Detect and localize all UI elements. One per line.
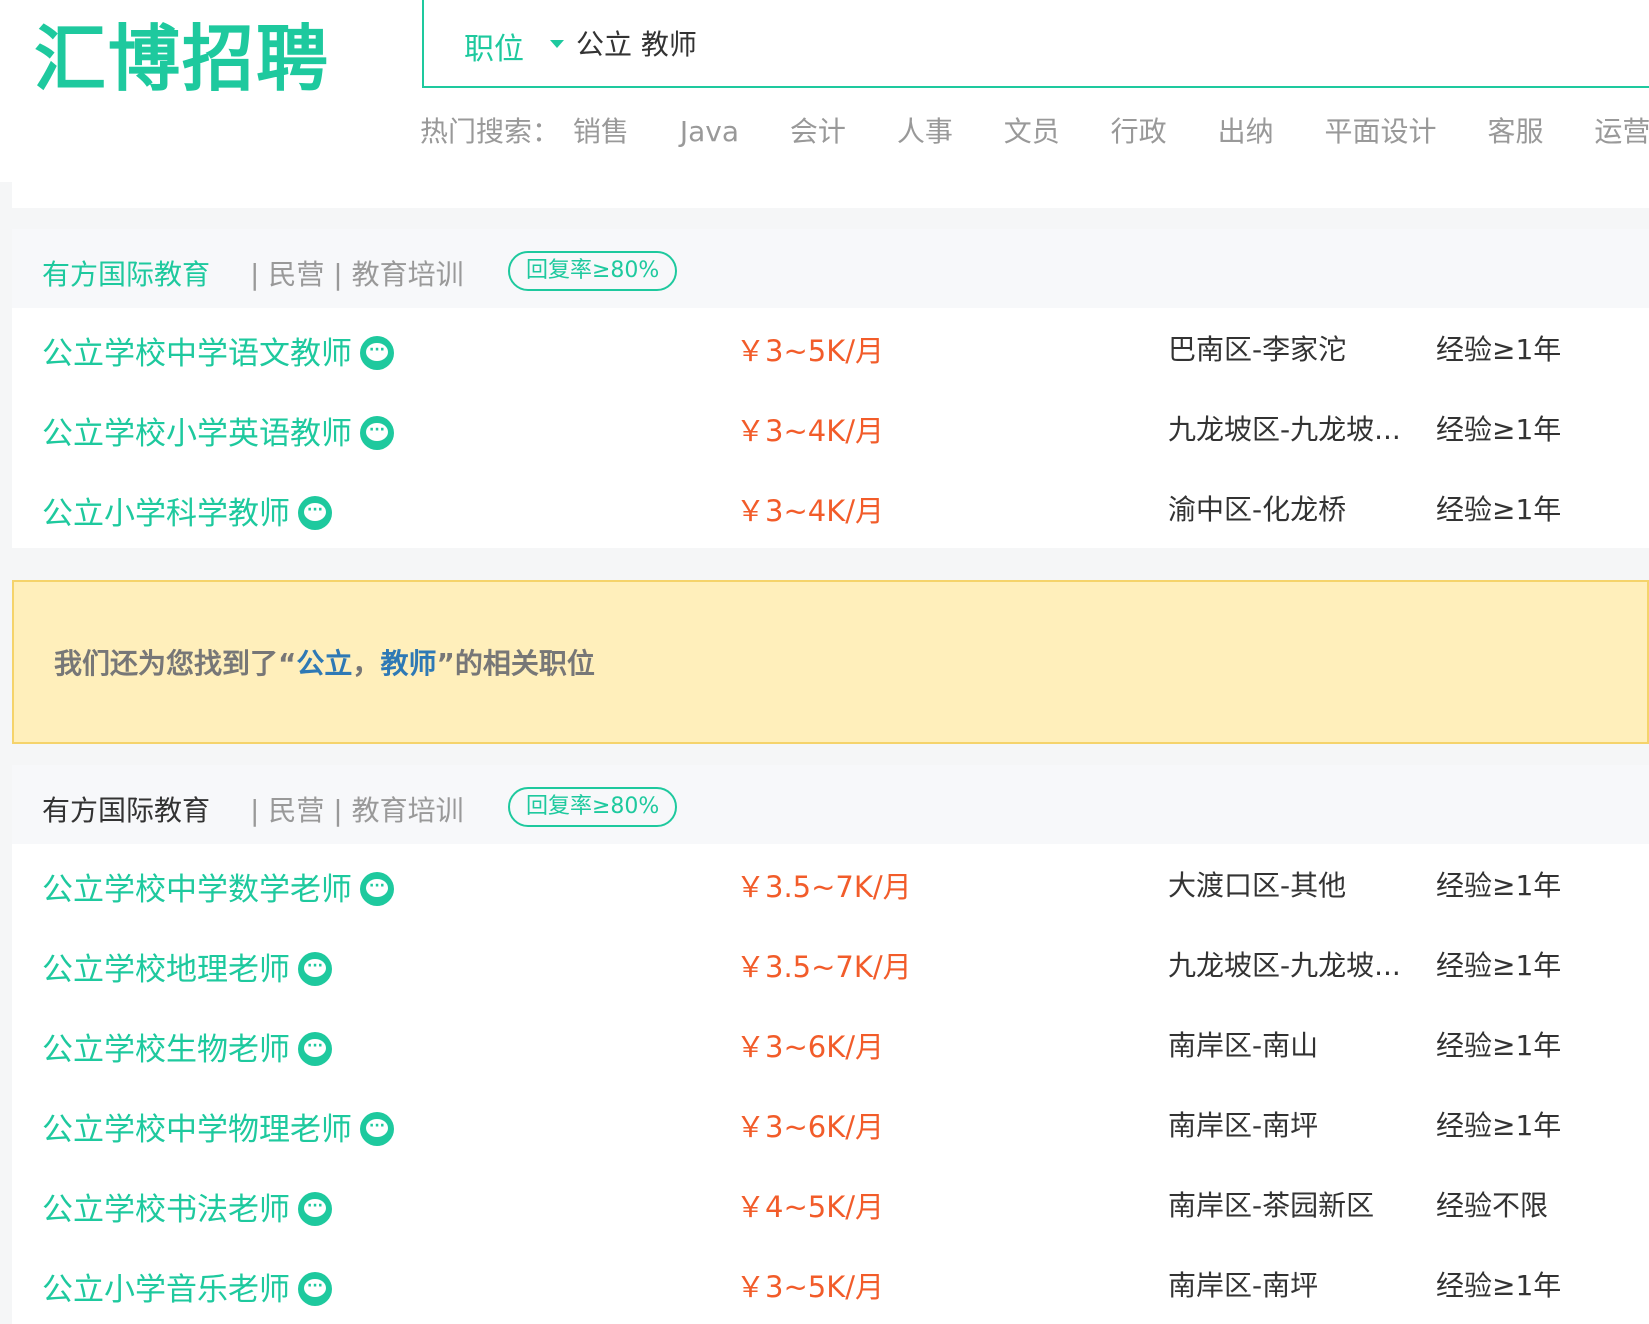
hot-search-link[interactable]: 销售 — [573, 110, 629, 150]
hot-search-link[interactable]: 出纳 — [1218, 110, 1274, 150]
job-location: 南岸区-南坪 — [1168, 1269, 1319, 1302]
hot-search-link[interactable]: 运营 — [1594, 110, 1649, 150]
job-experience: 经验≥1年 — [1436, 1269, 1562, 1302]
job-row[interactable]: 公立小学科学教师 ￥3~4K/月 渝中区-化龙桥 经验≥1年 — [12, 468, 1649, 548]
hot-search-link[interactable]: 行政 — [1111, 110, 1167, 150]
job-row[interactable]: 公立学校小学英语教师 ￥3~4K/月 九龙坡区-九龙坡... 经验≥1年 — [12, 388, 1649, 468]
job-salary: ￥3~4K/月 — [736, 414, 884, 448]
notice-keyword[interactable]: 教师 — [380, 647, 436, 680]
notice-text: 我们还为您找到了“公立，教师”的相关职位 — [54, 647, 595, 680]
job-row[interactable]: 公立学校中学物理老师 ￥3~6K/月 南岸区-南坪 经验≥1年 — [12, 1084, 1649, 1164]
hot-search-bar: 热门搜索： 销售 Java 会计 人事 文员 行政 出纳 平面设计 客服 运营 — [420, 110, 1649, 150]
chat-icon[interactable] — [298, 1271, 332, 1306]
job-location: 九龙坡区-九龙坡... — [1168, 949, 1401, 982]
job-salary: ￥3.5~7K/月 — [736, 870, 912, 904]
related-jobs-notice: 我们还为您找到了“公立，教师”的相关职位 — [12, 580, 1649, 744]
job-location: 南岸区-南山 — [1168, 1029, 1319, 1062]
job-experience: 经验≥1年 — [1436, 869, 1562, 902]
job-salary: ￥3~6K/月 — [736, 1110, 884, 1144]
job-location: 南岸区-南坪 — [1168, 1109, 1319, 1142]
job-title-link[interactable]: 公立学校地理老师 — [42, 944, 332, 989]
hot-search-link[interactable]: 人事 — [897, 110, 953, 150]
search-box: 职位 — [422, 0, 1649, 88]
company-name-link[interactable]: 有方国际教育 — [42, 789, 210, 829]
chat-icon[interactable] — [360, 871, 394, 906]
job-title-link[interactable]: 公立学校中学数学老师 — [42, 864, 394, 909]
hot-search-link[interactable]: 会计 — [790, 110, 846, 150]
job-experience: 经验≥1年 — [1436, 1029, 1562, 1062]
job-title-link[interactable]: 公立小学科学教师 — [42, 488, 332, 533]
job-row[interactable]: 公立学校中学语文教师 ￥3~5K/月 巴南区-李家沱 经验≥1年 — [12, 308, 1649, 388]
hot-search-link[interactable]: 客服 — [1487, 110, 1543, 150]
job-location: 巴南区-李家沱 — [1168, 333, 1347, 366]
company-name-link[interactable]: 有方国际教育 — [42, 253, 210, 293]
job-salary: ￥4~5K/月 — [736, 1190, 884, 1224]
job-salary: ￥3~5K/月 — [736, 334, 884, 368]
chevron-down-icon[interactable] — [550, 40, 564, 48]
job-salary: ￥3~6K/月 — [736, 1030, 884, 1064]
job-title-link[interactable]: 公立学校生物老师 — [42, 1024, 332, 1069]
job-location: 渝中区-化龙桥 — [1168, 493, 1347, 526]
job-salary: ￥3~5K/月 — [736, 1270, 884, 1304]
search-input[interactable] — [574, 14, 1278, 72]
chat-icon[interactable] — [360, 415, 394, 450]
job-experience: 经验≥1年 — [1436, 333, 1562, 366]
hot-search-link[interactable]: 文员 — [1004, 110, 1060, 150]
company-meta: | 民营 | 教育培训 — [250, 794, 464, 827]
chat-icon[interactable] — [298, 951, 332, 986]
company-meta: | 民营 | 教育培训 — [250, 258, 464, 291]
job-experience: 经验≥1年 — [1436, 493, 1562, 526]
job-title-link[interactable]: 公立小学音乐老师 — [42, 1264, 332, 1309]
reply-rate-badge: 回复率≥80% — [508, 251, 678, 291]
chat-icon[interactable] — [360, 335, 394, 370]
job-salary: ￥3~4K/月 — [736, 494, 884, 528]
job-location: 南岸区-茶园新区 — [1168, 1189, 1375, 1222]
job-row[interactable]: 公立学校书法老师 ￥4~5K/月 南岸区-茶园新区 经验不限 — [12, 1164, 1649, 1244]
header: 汇博招聘 职位 热门搜索： 销售 Java 会计 人事 文员 行政 出纳 平面设… — [0, 0, 1649, 182]
job-row[interactable]: 公立学校生物老师 ￥3~6K/月 南岸区-南山 经验≥1年 — [12, 1004, 1649, 1084]
site-logo[interactable]: 汇博招聘 — [34, 14, 330, 104]
job-experience: 经验≥1年 — [1436, 949, 1562, 982]
job-title-link[interactable]: 公立学校中学语文教师 — [42, 328, 394, 373]
job-experience: 经验不限 — [1436, 1189, 1549, 1222]
job-title-link[interactable]: 公立学校中学物理老师 — [42, 1104, 394, 1149]
job-title-link[interactable]: 公立学校书法老师 — [42, 1184, 332, 1229]
reply-rate-badge: 回复率≥80% — [508, 787, 678, 827]
chat-icon[interactable] — [360, 1111, 394, 1146]
job-location: 大渡口区-其他 — [1168, 869, 1347, 902]
job-location: 九龙坡区-九龙坡... — [1168, 413, 1401, 446]
chat-icon[interactable] — [298, 495, 332, 530]
company-card: 有方国际教育 | 民营 | 教育培训 回复率≥80% 公立学校中学语文教师 ￥3… — [12, 229, 1649, 548]
chat-icon[interactable] — [298, 1191, 332, 1226]
company-header: 有方国际教育 | 民营 | 教育培训 回复率≥80% — [12, 765, 1649, 844]
job-experience: 经验≥1年 — [1436, 1109, 1562, 1142]
job-experience: 经验≥1年 — [1436, 413, 1562, 446]
company-card: 有方国际教育 | 民营 | 教育培训 回复率≥80% 公立学校中学数学老师 ￥3… — [12, 765, 1649, 1324]
search-type-dropdown[interactable]: 职位 — [464, 24, 524, 68]
job-salary: ￥3.5~7K/月 — [736, 950, 912, 984]
hot-search-link[interactable]: 平面设计 — [1325, 110, 1437, 150]
company-header: 有方国际教育 | 民营 | 教育培训 回复率≥80% — [12, 229, 1649, 308]
notice-keyword[interactable]: 公立 — [296, 647, 352, 680]
job-title-link[interactable]: 公立学校小学英语教师 — [42, 408, 394, 453]
chat-icon[interactable] — [298, 1031, 332, 1066]
hot-search-label: 热门搜索： — [420, 115, 561, 148]
hot-search-link[interactable]: Java — [680, 115, 739, 148]
job-row[interactable]: 公立学校中学数学老师 ￥3.5~7K/月 大渡口区-其他 经验≥1年 — [12, 844, 1649, 924]
job-row[interactable]: 公立小学音乐老师 ￥3~5K/月 南岸区-南坪 经验≥1年 — [12, 1244, 1649, 1324]
job-row[interactable]: 公立学校地理老师 ￥3.5~7K/月 九龙坡区-九龙坡... 经验≥1年 — [12, 924, 1649, 1004]
